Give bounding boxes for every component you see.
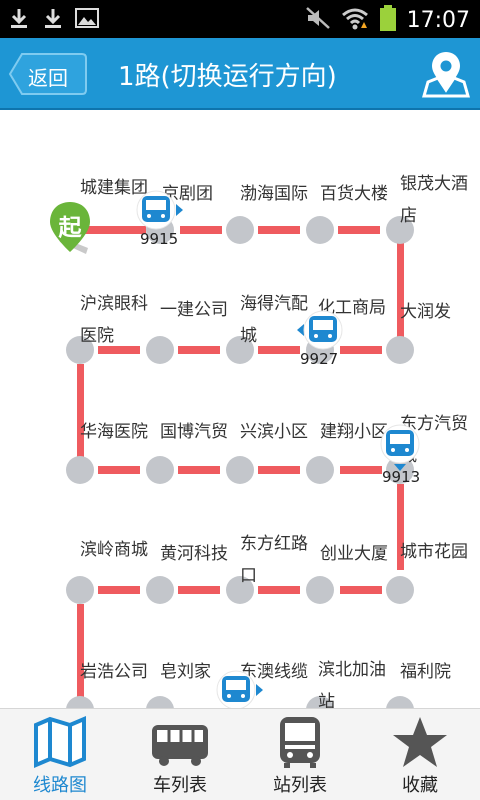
- bus-number: 9915: [140, 230, 179, 248]
- stop-label[interactable]: 兴滨小区: [240, 420, 308, 444]
- clock: 17:07: [406, 7, 470, 33]
- tab-label: 线路图: [33, 775, 87, 796]
- bus-number: 9913: [382, 468, 421, 486]
- route-segment: [180, 226, 222, 234]
- route-map-icon: [30, 715, 90, 769]
- app-header: 返回 1路(切换运行方向): [0, 38, 480, 110]
- stop-label[interactable]: 渤海国际: [240, 182, 308, 206]
- stop-marker[interactable]: [66, 696, 94, 708]
- tab-favorites[interactable]: 收藏: [360, 709, 480, 800]
- mute-icon: [305, 6, 331, 34]
- route-segment: [178, 586, 220, 594]
- tab-station-list[interactable]: 站列表: [240, 709, 360, 800]
- download-icon: [40, 6, 66, 30]
- stop-marker[interactable]: [66, 456, 94, 484]
- back-label: 返回: [28, 66, 68, 90]
- stop-label[interactable]: 福利院: [400, 660, 451, 684]
- bus-icon: [380, 424, 420, 471]
- download-icon: [6, 6, 32, 30]
- bus-icon: [216, 670, 263, 708]
- stop-label[interactable]: 一建公司: [160, 298, 228, 322]
- tab-route-map[interactable]: 线路图: [0, 709, 120, 800]
- stop-marker[interactable]: [146, 576, 174, 604]
- bottom-tab-bar: 线路图 车列表 站列表 收藏: [0, 708, 480, 800]
- stop-label[interactable]: 国博汽贸: [160, 420, 228, 444]
- route-segment: [338, 226, 380, 234]
- tab-bus-list[interactable]: 车列表: [120, 709, 240, 800]
- stop-marker[interactable]: [226, 216, 254, 244]
- bus-icon: [150, 715, 210, 769]
- route-segment: [77, 364, 84, 470]
- stop-label[interactable]: 沪滨眼科医院: [80, 288, 156, 352]
- map-pin-icon: [422, 52, 470, 98]
- stop-marker[interactable]: [66, 576, 94, 604]
- stop-label[interactable]: 滨岭商城: [80, 538, 148, 562]
- stop-marker[interactable]: [146, 456, 174, 484]
- bus-number: 9927: [300, 350, 339, 368]
- route-segment: [98, 466, 140, 474]
- route-segment: [258, 466, 300, 474]
- start-badge: 起: [58, 215, 82, 241]
- battery-icon: [379, 4, 397, 36]
- status-bar: 17:07: [0, 0, 480, 38]
- route-segment: [340, 466, 382, 474]
- map-location-button[interactable]: [420, 48, 472, 100]
- route-segment: [178, 466, 220, 474]
- bus-marker[interactable]: [296, 310, 343, 350]
- page-title[interactable]: 1路(切换运行方向): [118, 56, 337, 93]
- stop-label[interactable]: 东方红路口: [240, 528, 316, 592]
- stop-marker[interactable]: [386, 576, 414, 604]
- stop-label[interactable]: 创业大厦: [320, 542, 388, 566]
- wifi-icon: [341, 6, 369, 34]
- stop-marker[interactable]: [226, 456, 254, 484]
- stop-marker[interactable]: [306, 456, 334, 484]
- route-map[interactable]: 起 城建集团 京剧团 渤海国际 百货大楼 银茂大酒店 大润发 化工商局 海得汽配…: [0, 112, 480, 708]
- route-segment: [258, 226, 300, 234]
- image-icon: [74, 6, 100, 30]
- bus-icon: [136, 190, 183, 230]
- start-marker: 起: [46, 200, 100, 260]
- station-icon: [270, 715, 330, 769]
- stop-label[interactable]: 城市花园: [400, 540, 468, 564]
- stop-label[interactable]: 银茂大酒店: [400, 168, 476, 232]
- stop-label[interactable]: 岩浩公司: [80, 660, 148, 684]
- stop-marker[interactable]: [146, 696, 174, 708]
- route-segment: [397, 242, 404, 350]
- stop-label[interactable]: 百货大楼: [320, 182, 388, 206]
- bus-marker[interactable]: [136, 190, 183, 230]
- route-segment: [77, 604, 84, 708]
- bus-icon: [297, 310, 343, 350]
- route-segment: [340, 586, 382, 594]
- stop-label[interactable]: 大润发: [400, 300, 451, 324]
- tab-label: 收藏: [402, 775, 438, 796]
- stop-label[interactable]: 建翔小区: [320, 420, 388, 444]
- tab-label: 车列表: [153, 775, 207, 796]
- bus-marker[interactable]: [216, 670, 263, 708]
- route-segment: [340, 346, 382, 354]
- stop-label[interactable]: 华海医院: [80, 420, 148, 444]
- stop-marker[interactable]: [306, 216, 334, 244]
- stop-label[interactable]: 皂刘家: [160, 660, 211, 684]
- stop-label[interactable]: 滨北加油站: [318, 654, 394, 708]
- star-icon: [390, 715, 450, 769]
- tab-label: 站列表: [273, 775, 327, 796]
- stop-marker[interactable]: [386, 336, 414, 364]
- bus-marker[interactable]: [380, 424, 420, 471]
- route-segment: [98, 586, 140, 594]
- back-button[interactable]: 返回: [8, 52, 88, 96]
- route-segment: [178, 346, 220, 354]
- stop-label[interactable]: 黄河科技: [160, 542, 228, 566]
